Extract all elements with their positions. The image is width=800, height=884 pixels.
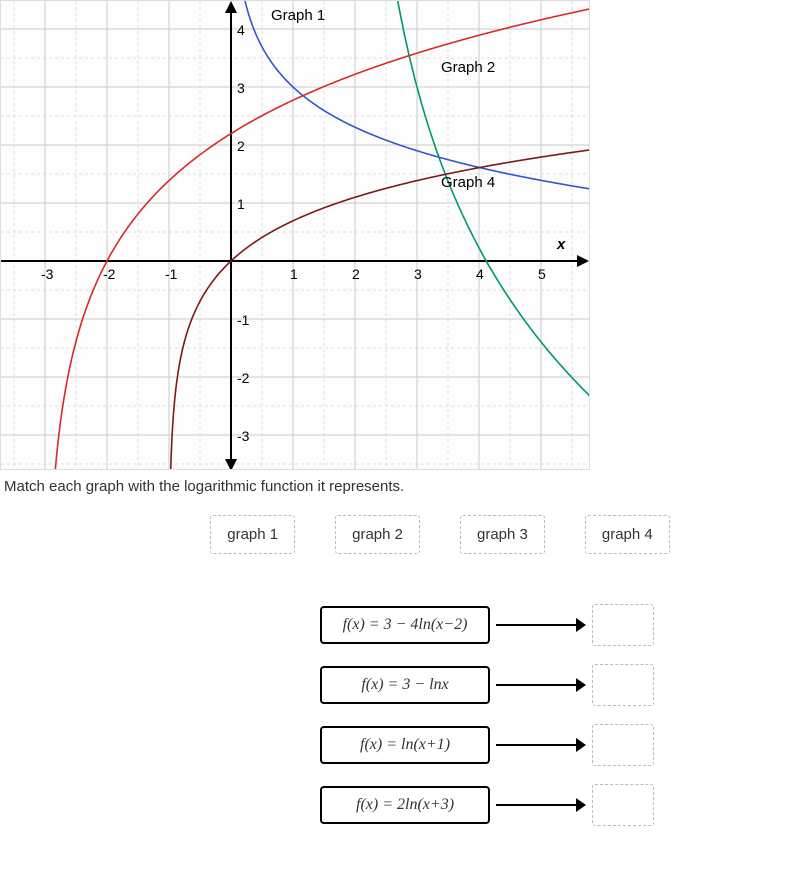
- xtick: -3: [41, 266, 54, 282]
- graph-label-1: Graph 1: [271, 7, 325, 24]
- draggable-row: graph 1 graph 2 graph 3 graph 4: [80, 515, 800, 554]
- x-axis-label: x: [557, 236, 565, 253]
- ytick: -2: [237, 370, 250, 386]
- match-row: f(x) = 3 − 4ln(x−2): [320, 604, 800, 646]
- arrow-icon: [496, 795, 586, 815]
- ytick: 4: [237, 22, 245, 38]
- function-box-4: f(x) = 2ln(x+3): [320, 786, 490, 824]
- match-row: f(x) = ln(x+1): [320, 724, 800, 766]
- function-box-1: f(x) = 3 − 4ln(x−2): [320, 606, 490, 644]
- xtick: 2: [352, 266, 360, 282]
- drop-zone-3[interactable]: [592, 724, 654, 766]
- xtick: -1: [165, 266, 178, 282]
- drop-zone-1[interactable]: [592, 604, 654, 646]
- drag-tile-graph3[interactable]: graph 3: [460, 515, 545, 554]
- xtick: 1: [290, 266, 298, 282]
- arrow-icon: [496, 615, 586, 635]
- match-row: f(x) = 2ln(x+3): [320, 784, 800, 826]
- ytick: 3: [237, 80, 245, 96]
- function-box-3: f(x) = ln(x+1): [320, 726, 490, 764]
- drag-tile-graph2[interactable]: graph 2: [335, 515, 420, 554]
- match-row: f(x) = 3 − lnx: [320, 664, 800, 706]
- arrow-icon: [496, 735, 586, 755]
- arrow-icon: [496, 675, 586, 695]
- xtick: 5: [538, 266, 546, 282]
- curve-graph-3: [169, 150, 590, 470]
- ytick: -3: [237, 428, 250, 444]
- instruction-text: Match each graph with the logarithmic fu…: [0, 470, 800, 515]
- graph-plot: -3 -2 -1 1 2 3 4 5 4 3 2 1 -1 -2 -3 Grap…: [0, 0, 590, 470]
- drag-tile-graph1[interactable]: graph 1: [210, 515, 295, 554]
- match-rows: f(x) = 3 − 4ln(x−2) f(x) = 3 − lnx f(x) …: [320, 604, 800, 826]
- function-box-2: f(x) = 3 − lnx: [320, 666, 490, 704]
- xtick: 4: [476, 266, 484, 282]
- xtick: 3: [414, 266, 422, 282]
- graph-label-4: Graph 4: [441, 174, 495, 191]
- ytick: 1: [237, 196, 245, 212]
- xtick: -2: [103, 266, 116, 282]
- ytick: -1: [237, 312, 250, 328]
- graph-svg: -3 -2 -1 1 2 3 4 5 4 3 2 1 -1 -2 -3: [1, 1, 590, 470]
- drop-zone-2[interactable]: [592, 664, 654, 706]
- graph-label-2: Graph 2: [441, 59, 495, 76]
- curve-graph-4: [45, 9, 590, 470]
- drag-tile-graph4[interactable]: graph 4: [585, 515, 670, 554]
- drop-zone-4[interactable]: [592, 784, 654, 826]
- ytick: 2: [237, 138, 245, 154]
